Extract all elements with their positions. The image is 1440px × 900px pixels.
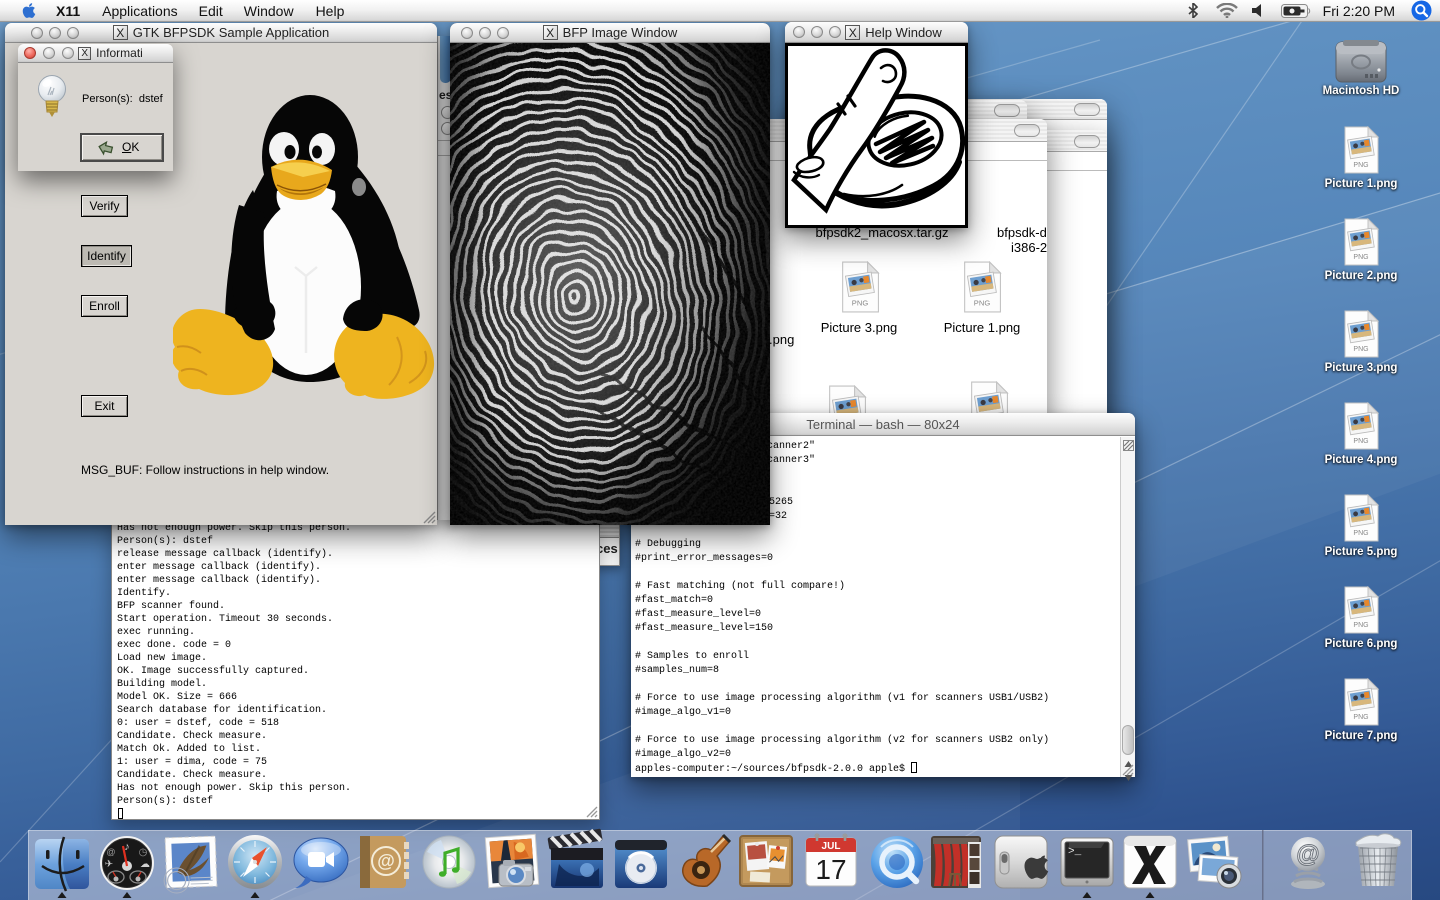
- svg-text:>_: >_: [1068, 846, 1082, 858]
- svg-text:@: @: [106, 847, 115, 857]
- svg-text:✈: ✈: [105, 859, 113, 870]
- svg-text:JUL: JUL: [822, 841, 841, 852]
- svg-text:@: @: [1296, 841, 1319, 868]
- svg-text:◷: ◷: [139, 847, 148, 858]
- svg-text:@: @: [377, 851, 395, 871]
- svg-text:☁: ☁: [140, 859, 150, 870]
- svg-text:17: 17: [815, 854, 846, 885]
